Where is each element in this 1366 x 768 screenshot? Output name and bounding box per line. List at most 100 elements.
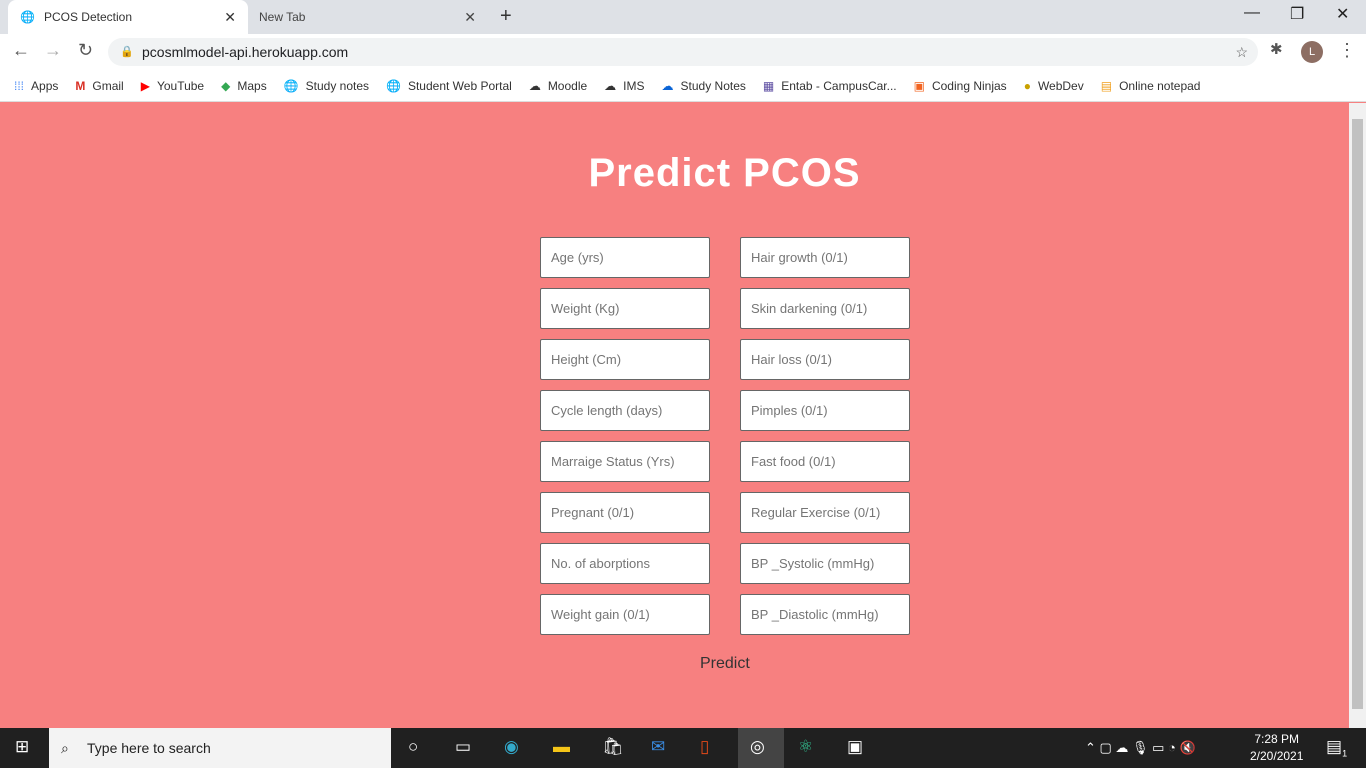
menu-icon[interactable]: ⋮ bbox=[1338, 40, 1356, 61]
apps-grid-icon: ⁞⁞⁞ bbox=[14, 78, 25, 93]
bp-diastolic-input[interactable] bbox=[740, 594, 910, 635]
height-input[interactable] bbox=[540, 339, 710, 380]
mail-icon[interactable]: ✉ bbox=[651, 737, 665, 757]
cortana-icon[interactable]: ○ bbox=[408, 737, 418, 757]
notifications-icon[interactable]: ▤1 bbox=[1326, 737, 1347, 758]
bookmark-label: YouTube bbox=[156, 78, 205, 93]
time: 7:28 PM bbox=[1254, 732, 1300, 746]
onedrive-icon: ☁ bbox=[661, 78, 674, 93]
close-window-button[interactable]: ✕ bbox=[1336, 4, 1349, 24]
moodle-icon: ☁ bbox=[528, 78, 541, 93]
bookmark-label: Entab - CampusCar... bbox=[781, 78, 897, 93]
profile-avatar[interactable]: L bbox=[1301, 41, 1323, 63]
bookmark-ims[interactable]: ☁ IMS bbox=[604, 79, 644, 93]
close-tab-icon[interactable]: ✕ bbox=[464, 9, 476, 26]
tab-pcos-detection[interactable]: 🌐 PCOS Detection ✕ bbox=[8, 0, 248, 34]
pimples-input[interactable] bbox=[740, 390, 910, 431]
terminal-icon[interactable]: ▣ bbox=[847, 737, 863, 757]
address-bar[interactable]: 🔒 pcosmlmodel-api.herokuapp.com ☆ bbox=[108, 38, 1258, 66]
taskbar-search[interactable]: ⌕ Type here to search bbox=[49, 728, 391, 768]
bookmark-star-icon[interactable]: ☆ bbox=[1235, 38, 1248, 66]
page-content: Predict PCOS Predict bbox=[0, 103, 1349, 728]
weight-input[interactable] bbox=[540, 288, 710, 329]
bookmark-study-notes[interactable]: 🌐 Study notes bbox=[284, 79, 369, 93]
bookmark-label: Coding Ninjas bbox=[931, 78, 1007, 93]
abortions-input[interactable] bbox=[540, 543, 710, 584]
bookmark-maps[interactable]: ◆ Maps bbox=[221, 79, 267, 93]
globe-icon: 🌐 bbox=[283, 78, 299, 93]
predict-button[interactable]: Predict bbox=[700, 655, 750, 673]
fast-food-input[interactable] bbox=[740, 441, 910, 482]
office-icon[interactable]: ▯ bbox=[700, 737, 709, 757]
cycle-length-input[interactable] bbox=[540, 390, 710, 431]
bp-systolic-input[interactable] bbox=[740, 543, 910, 584]
pregnant-input[interactable] bbox=[540, 492, 710, 533]
bookmark-youtube[interactable]: ▶ YouTube bbox=[141, 79, 204, 93]
lock-icon: 🔒 bbox=[120, 46, 134, 58]
bookmarks-bar: ⁞⁞⁞ Apps M Gmail ▶ YouTube ◆ Maps 🌐 Study not… bbox=[0, 70, 1366, 102]
scrollbar[interactable] bbox=[1349, 103, 1366, 728]
date: 2/20/2021 bbox=[1250, 749, 1304, 763]
age-input[interactable] bbox=[540, 237, 710, 278]
atom-icon[interactable]: ⚛ bbox=[798, 737, 813, 757]
tab-bar: 🌐 PCOS Detection ✕ New Tab ✕ + — ❐ ✕ bbox=[0, 0, 1366, 34]
marriage-status-input[interactable] bbox=[540, 441, 710, 482]
back-icon[interactable]: ← bbox=[12, 40, 30, 61]
bookmark-student-web-portal[interactable]: 🌐 Student Web Portal bbox=[386, 79, 512, 93]
weight-gain-input[interactable] bbox=[540, 594, 710, 635]
restore-button[interactable]: ❐ bbox=[1290, 4, 1304, 24]
scrollbar-thumb[interactable] bbox=[1352, 119, 1363, 709]
bookmark-label: Student Web Portal bbox=[407, 78, 512, 93]
chrome-icon[interactable]: ◎ bbox=[738, 728, 784, 768]
maps-icon: ◆ bbox=[221, 78, 231, 93]
bookmark-apps[interactable]: ⁞⁞⁞ Apps bbox=[14, 79, 58, 93]
bookmark-label: Study notes bbox=[305, 78, 370, 93]
forward-icon[interactable]: → bbox=[44, 40, 62, 61]
bookmark-entab[interactable]: ▦ Entab - CampusCar... bbox=[763, 79, 897, 93]
gmail-icon: M bbox=[75, 78, 86, 93]
bookmark-label: Online notepad bbox=[1119, 78, 1201, 93]
minimize-button[interactable]: — bbox=[1244, 4, 1260, 22]
reload-icon[interactable]: ↻ bbox=[78, 40, 93, 61]
ims-icon: ☁ bbox=[604, 78, 617, 93]
bookmark-label: Gmail bbox=[92, 78, 124, 93]
entab-icon: ▦ bbox=[762, 78, 775, 93]
regular-exercise-input[interactable] bbox=[740, 492, 910, 533]
bookmark-webdev[interactable]: ● WebDev bbox=[1024, 79, 1084, 93]
bookmark-gmail[interactable]: M Gmail bbox=[75, 79, 123, 93]
bookmark-label: Moodle bbox=[547, 78, 588, 93]
extensions-icon[interactable]: ✱ bbox=[1270, 40, 1283, 58]
edge-icon[interactable]: ◉ bbox=[504, 737, 519, 757]
globe-icon: 🌐 bbox=[386, 78, 401, 93]
hair-loss-input[interactable] bbox=[740, 339, 910, 380]
bookmark-online-notepad[interactable]: ▤ Online notepad bbox=[1101, 79, 1201, 93]
coding-ninjas-icon: ▣ bbox=[913, 78, 925, 93]
close-tab-icon[interactable]: ✕ bbox=[224, 9, 236, 26]
clock[interactable]: 7:28 PM 2/20/2021 bbox=[1250, 731, 1303, 765]
youtube-icon: ▶ bbox=[140, 78, 150, 93]
bookmark-coding-ninjas[interactable]: ▣ Coding Ninjas bbox=[914, 79, 1007, 93]
globe-icon: 🌐 bbox=[20, 10, 35, 24]
search-icon: ⌕ bbox=[61, 740, 69, 756]
tab-title: New Tab bbox=[259, 10, 306, 24]
windows-start-icon[interactable]: ⊞ bbox=[15, 737, 29, 757]
tab-title: PCOS Detection bbox=[43, 10, 132, 24]
new-tab-button[interactable]: + bbox=[500, 5, 512, 28]
bookmark-moodle[interactable]: ☁ Moodle bbox=[529, 79, 587, 93]
notepad-icon: ▤ bbox=[1100, 78, 1113, 93]
store-icon[interactable]: 🛍 bbox=[602, 737, 624, 757]
bookmark-label: Maps bbox=[237, 78, 267, 93]
hair-growth-input[interactable] bbox=[740, 237, 910, 278]
bookmark-study-notes-onedrive[interactable]: ☁ Study Notes bbox=[662, 79, 746, 93]
task-view-icon[interactable]: ▭ bbox=[455, 737, 471, 757]
page-title: Predict PCOS bbox=[588, 151, 861, 195]
file-explorer-icon[interactable]: ▬ bbox=[553, 737, 570, 757]
bookmark-label: WebDev bbox=[1037, 78, 1084, 93]
tab-new-tab[interactable]: New Tab ✕ bbox=[248, 0, 488, 34]
url-text: pcosmlmodel-api.herokuapp.com bbox=[142, 44, 349, 60]
notification-count: 1 bbox=[1342, 748, 1348, 759]
skin-darkening-input[interactable] bbox=[740, 288, 910, 329]
bookmark-label: Apps bbox=[31, 78, 59, 93]
webdev-icon: ● bbox=[1023, 78, 1031, 93]
tray-icons[interactable]: ⌃ ▢ ☁ 🎙 ▭ ◔ 🔇 bbox=[1085, 740, 1196, 756]
